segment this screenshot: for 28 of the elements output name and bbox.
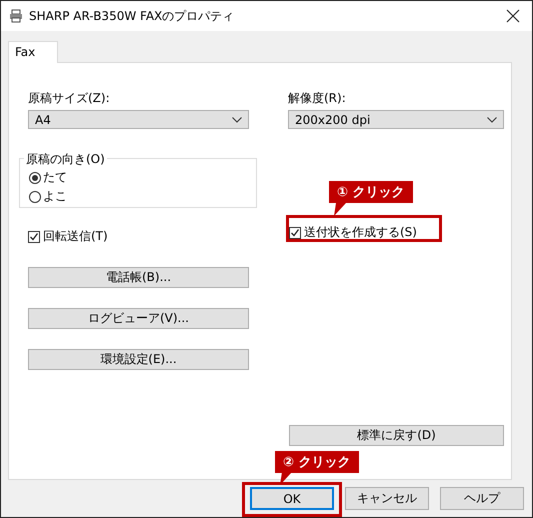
dropdown[interactable]: 200x200 dpi: [288, 110, 504, 129]
button[interactable]: 電話帳(B)...: [28, 267, 249, 288]
group-label: 原稿の向き(O): [24, 151, 107, 168]
field-label: 原稿サイズ(Z):: [28, 90, 111, 107]
dialog-button[interactable]: キャンセル: [345, 487, 429, 510]
checkbox[interactable]: 回転送信(T): [28, 228, 249, 245]
radio-button[interactable]: [29, 190, 41, 202]
window-title: SHARP AR-B350W FAXのプロパティ: [29, 8, 236, 24]
callout-pointer: [280, 472, 292, 485]
checkbox[interactable]: 送付状を作成する(S): [289, 224, 504, 241]
radio-button[interactable]: [29, 172, 41, 184]
field-label: 解像度(R):: [288, 90, 347, 107]
close-icon[interactable]: [506, 9, 520, 23]
caret-icon: [487, 116, 497, 122]
reset-button[interactable]: 標準に戻す(D): [289, 425, 504, 446]
radio-option[interactable]: よこ: [29, 187, 256, 206]
button[interactable]: ログビューア(V)...: [28, 308, 249, 329]
printer-icon: [9, 9, 23, 23]
checkbox-box[interactable]: [28, 230, 40, 242]
callout-pointer: [334, 203, 346, 216]
dropdown[interactable]: A4: [28, 110, 249, 129]
dialog-button[interactable]: ヘルプ: [440, 487, 524, 510]
caret-icon: [232, 116, 242, 122]
radio-option[interactable]: たて: [29, 168, 256, 187]
tab[interactable]: Fax: [8, 41, 58, 63]
dialog-button[interactable]: OK: [250, 487, 334, 510]
button[interactable]: 環境設定(E)...: [28, 349, 249, 370]
checkbox-box[interactable]: [289, 226, 301, 238]
